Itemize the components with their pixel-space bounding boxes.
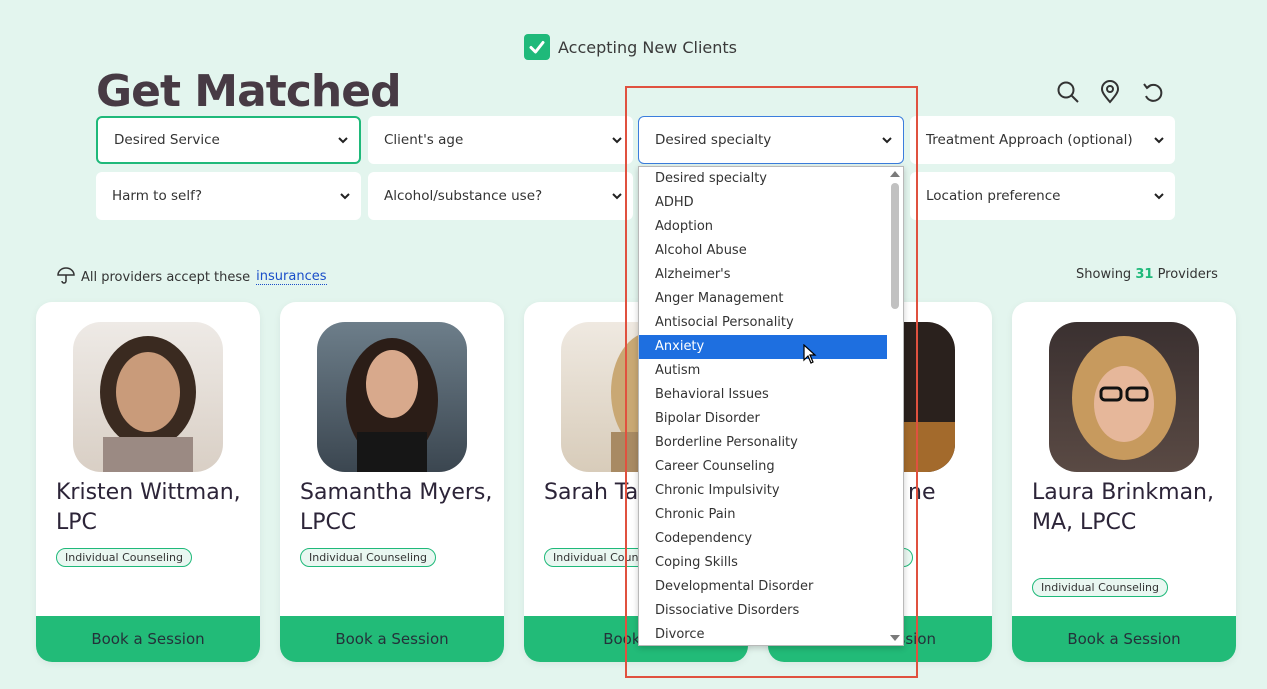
treatment-approach-label: Treatment Approach (optional) bbox=[926, 132, 1133, 148]
book-session-button[interactable]: Book a Session bbox=[280, 616, 504, 662]
substance-use-label: Alcohol/substance use? bbox=[384, 188, 543, 204]
specialty-option[interactable]: Adoption bbox=[639, 215, 889, 239]
specialty-options: Desired specialty ADHD Adoption Alcohol Abu… bbox=[639, 167, 903, 645]
specialty-option[interactable]: Behavioral Issues bbox=[639, 383, 889, 407]
harm-to-self-label: Harm to self? bbox=[112, 188, 203, 204]
provider-card[interactable]: Kristen Wittman, LPC Individual Counseli… bbox=[36, 302, 260, 662]
specialty-option[interactable]: Divorce bbox=[639, 623, 889, 645]
provider-name: Samantha Myers, LPCC bbox=[300, 480, 493, 535]
location-preference-label: Location preference bbox=[926, 188, 1061, 204]
specialty-option[interactable]: Codependency bbox=[639, 527, 889, 551]
search-icon[interactable] bbox=[1056, 80, 1080, 104]
toolbar bbox=[1056, 80, 1164, 104]
provider-name: Laura Brinkman, MA, LPCC bbox=[1032, 480, 1214, 535]
umbrella-icon bbox=[57, 266, 75, 288]
desired-service-select[interactable]: Desired Service bbox=[96, 116, 361, 164]
desired-specialty-label: Desired specialty bbox=[655, 132, 772, 148]
insurances-link[interactable]: insurances bbox=[256, 269, 327, 285]
chevron-down-icon bbox=[1153, 134, 1165, 146]
checkbox-checked-icon[interactable] bbox=[524, 34, 550, 60]
client-age-select[interactable]: Client's age bbox=[368, 116, 633, 164]
provider-count: Showing 31 Providers bbox=[1076, 267, 1218, 282]
book-session-button[interactable]: Book a Session bbox=[36, 616, 260, 662]
specialty-option[interactable]: Alzheimer's bbox=[639, 263, 889, 287]
specialty-option[interactable]: Desired specialty bbox=[639, 167, 889, 191]
specialty-option[interactable]: Anxiety bbox=[639, 335, 889, 359]
book-session-button[interactable]: Book a Session bbox=[1012, 616, 1236, 662]
provider-name: Kristen Wittman, LPC bbox=[56, 480, 241, 535]
service-tag: Individual Counseling bbox=[56, 548, 192, 567]
provider-card[interactable]: Laura Brinkman, MA, LPCC Individual Coun… bbox=[1012, 302, 1236, 662]
chevron-down-icon bbox=[611, 134, 623, 146]
chevron-down-icon bbox=[339, 190, 351, 202]
provider-photo bbox=[317, 322, 467, 472]
showing-count: 31 bbox=[1135, 267, 1154, 282]
specialty-option[interactable]: Chronic Pain bbox=[639, 503, 889, 527]
scroll-down-arrow-icon[interactable] bbox=[890, 635, 900, 641]
scroll-up-arrow-icon[interactable] bbox=[890, 171, 900, 177]
provider-name: ne bbox=[908, 480, 936, 505]
location-preference-select[interactable]: Location preference bbox=[910, 172, 1175, 220]
scrollbar-thumb[interactable] bbox=[891, 183, 899, 309]
treatment-approach-select[interactable]: Treatment Approach (optional) bbox=[910, 116, 1175, 164]
service-tag: Individual Counseling bbox=[300, 548, 436, 567]
provider-photo bbox=[1049, 322, 1199, 472]
chevron-down-icon bbox=[337, 134, 349, 146]
specialty-option[interactable]: Alcohol Abuse bbox=[639, 239, 889, 263]
chevron-down-icon bbox=[881, 134, 893, 146]
desired-specialty-select[interactable]: Desired specialty bbox=[638, 116, 904, 164]
specialty-option[interactable]: Dissociative Disorders bbox=[639, 599, 889, 623]
chevron-down-icon bbox=[1153, 190, 1165, 202]
specialty-option[interactable]: Antisocial Personality bbox=[639, 311, 889, 335]
reset-icon[interactable] bbox=[1140, 80, 1164, 104]
chevron-down-icon bbox=[611, 190, 623, 202]
specialty-option[interactable]: Developmental Disorder bbox=[639, 575, 889, 599]
substance-use-select[interactable]: Alcohol/substance use? bbox=[368, 172, 633, 220]
specialty-option[interactable]: Chronic Impulsivity bbox=[639, 479, 889, 503]
client-age-label: Client's age bbox=[384, 132, 464, 148]
provider-card[interactable]: Samantha Myers, LPCC Individual Counseli… bbox=[280, 302, 504, 662]
specialty-dropdown-list[interactable]: Desired specialty ADHD Adoption Alcohol Abu… bbox=[638, 166, 904, 646]
specialty-option[interactable]: Bipolar Disorder bbox=[639, 407, 889, 431]
provider-photo bbox=[73, 322, 223, 472]
insurance-text: All providers accept these bbox=[81, 269, 251, 285]
showing-suffix: Providers bbox=[1157, 267, 1218, 282]
harm-to-self-select[interactable]: Harm to self? bbox=[96, 172, 361, 220]
specialty-option[interactable]: Anger Management bbox=[639, 287, 889, 311]
specialty-option[interactable]: ADHD bbox=[639, 191, 889, 215]
mouse-cursor-icon bbox=[803, 343, 817, 368]
service-tag: Individual Coun bbox=[544, 548, 648, 567]
specialty-option[interactable]: Borderline Personality bbox=[639, 431, 889, 455]
desired-service-label: Desired Service bbox=[114, 132, 220, 148]
specialty-option[interactable]: Career Counseling bbox=[639, 455, 889, 479]
showing-prefix: Showing bbox=[1076, 267, 1132, 282]
specialty-option[interactable]: Coping Skills bbox=[639, 551, 889, 575]
location-pin-icon[interactable] bbox=[1098, 80, 1122, 104]
page-title: Get Matched bbox=[96, 66, 402, 117]
service-tag: Individual Counseling bbox=[1032, 578, 1168, 597]
specialty-option[interactable]: Autism bbox=[639, 359, 889, 383]
scrollbar[interactable] bbox=[887, 167, 903, 645]
insurance-note: All providers accept these insurances bbox=[57, 266, 327, 288]
accepting-new-clients[interactable]: Accepting New Clients bbox=[524, 34, 737, 60]
accepting-label: Accepting New Clients bbox=[558, 37, 737, 57]
